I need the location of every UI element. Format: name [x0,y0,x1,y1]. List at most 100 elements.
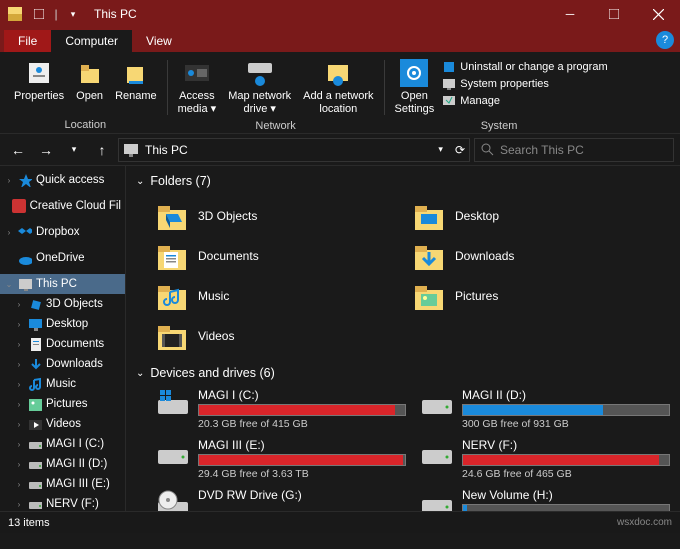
add-location-button[interactable]: Add a network location [299,56,377,118]
window-title: This PC [94,7,137,21]
folder-music[interactable]: Music [156,276,413,316]
tree-item-videos[interactable]: ›Videos [0,414,125,434]
folder-pictures[interactable]: Pictures [413,276,670,316]
tree-label: MAGI I (C:) [46,438,104,450]
drive-free-text: 300 GB free of 931 GB [462,418,670,430]
tree-label: MAGI III (E:) [46,478,110,490]
drives-header[interactable]: ⌄Devices and drives (6) [136,362,670,388]
tree-item-music[interactable]: ›Music [0,374,125,394]
chevron-icon[interactable]: ⌄ [4,280,14,289]
search-input[interactable]: Search This PC [474,138,674,162]
chevron-icon[interactable]: › [14,500,24,509]
content-pane[interactable]: ⌄Folders (7) 3D ObjectsDesktopDocumentsD… [126,166,680,511]
tree-item-magi-ii-d-[interactable]: ›MAGI II (D:) [0,454,125,474]
folder-label: Pictures [455,289,498,303]
tree-icon [28,297,42,311]
folder-desktop[interactable]: Desktop [413,196,670,236]
open-button[interactable]: Open [72,56,107,117]
minimize-button[interactable]: ─ [548,0,592,28]
folder-documents[interactable]: Documents [156,236,413,276]
chevron-icon[interactable]: › [14,420,24,429]
tree-item-pictures[interactable]: ›Pictures [0,394,125,414]
drive-free-text: 24.6 GB free of 465 GB [462,468,670,480]
map-drive-button[interactable]: Map network drive ▾ [224,56,295,118]
tab-file[interactable]: File [4,30,51,52]
drive-label: DVD RW Drive (G:) [198,488,406,502]
chevron-icon[interactable]: › [14,340,24,349]
drive-magi-i-c-[interactable]: MAGI I (C:)20.3 GB free of 415 GB [156,388,406,430]
tree-icon [28,417,42,431]
tree-item-onedrive[interactable]: OneDrive [0,248,125,268]
tree-label: Quick access [36,174,104,186]
search-icon [481,143,494,156]
back-button[interactable]: ← [6,138,30,162]
tree-item-downloads[interactable]: ›Downloads [0,354,125,374]
capacity-bar [198,404,406,416]
chevron-icon[interactable]: › [14,300,24,309]
drive-new-volume-h-[interactable]: New Volume (H:)4.57 GB free of 4.65 GB [420,488,670,511]
tree-item-magi-iii-e-[interactable]: › MAGI III (E:) [0,474,125,494]
tree-item-3d-objects[interactable]: ›3D Objects [0,294,125,314]
drive-dvd-rw-drive-g-[interactable]: DVDDVD RW Drive (G:) [156,488,406,511]
chevron-icon[interactable]: › [4,176,14,185]
tree-item-quick-access[interactable]: › Quick access [0,170,125,190]
tree-item-magi-i-c-[interactable]: › MAGI I (C:) [0,434,125,454]
qat-divider: | [52,3,60,25]
ribbon-tabs: File Computer View ? [0,28,680,52]
address-input[interactable]: This PC ▾ ⟳ [118,138,470,162]
chevron-icon[interactable]: › [14,460,24,469]
tree-item-documents[interactable]: › Documents [0,334,125,354]
tree-item-nerv-f-[interactable]: ›NERV (F:) [0,494,125,511]
app-icon[interactable] [4,3,26,25]
tab-computer[interactable]: Computer [51,30,132,52]
help-icon[interactable]: ? [656,31,674,49]
access-media-button[interactable]: Access media ▾ [174,56,221,118]
drive-label: NERV (F:) [462,438,670,452]
maximize-button[interactable] [592,0,636,28]
folder-icon [156,240,188,272]
tree-label: Creative Cloud Fil [30,200,121,212]
chevron-icon[interactable]: › [14,320,24,329]
drive-nerv-f-[interactable]: NERV (F:) 24.6 GB free of 465 GB [420,438,670,480]
folder-downloads[interactable]: Downloads [413,236,670,276]
tree-item-this-pc[interactable]: ⌄This PC [0,274,125,294]
tree-icon [18,173,32,187]
folder-3d-objects[interactable]: 3D Objects [156,196,413,236]
properties-button[interactable]: Properties [10,56,68,117]
manage-button[interactable]: Manage [442,94,607,108]
refresh-button[interactable]: ⟳ [455,143,465,157]
open-settings-button[interactable]: Open Settings [391,56,439,118]
system-properties-button[interactable]: System properties [442,77,607,91]
chevron-icon[interactable]: › [14,380,24,389]
tree-icon [28,497,42,511]
tree-label: Documents [46,338,104,350]
tree-item-dropbox[interactable]: ›Dropbox [0,222,125,242]
folder-videos[interactable]: Videos [156,316,413,356]
folders-header[interactable]: ⌄Folders (7) [136,170,670,196]
watermark: wsxdoc.com [617,517,672,528]
tree-label: OneDrive [36,252,85,264]
drive-magi-iii-e-[interactable]: MAGI III (E:)29.4 GB free of 3.63 TB [156,438,406,480]
addr-dropdown-icon[interactable]: ▾ [438,144,443,155]
close-button[interactable] [636,0,680,28]
uninstall-button[interactable]: Uninstall or change a program [442,60,607,74]
tree-item-creative-cloud-fil[interactable]: Creative Cloud Fil [0,196,125,216]
recent-button[interactable]: ▾ [62,138,86,162]
qat-item[interactable] [28,3,50,25]
chevron-icon[interactable]: › [14,360,24,369]
up-button[interactable]: ↑ [90,138,114,162]
tree-item-desktop[interactable]: ›Desktop [0,314,125,334]
folder-icon [413,280,445,312]
tree-icon [18,225,32,239]
chevron-icon[interactable]: › [14,400,24,409]
chevron-icon[interactable]: › [14,440,24,449]
capacity-bar [198,454,406,466]
chevron-icon[interactable]: › [14,480,24,489]
drive-magi-ii-d-[interactable]: MAGI II (D:)300 GB free of 931 GB [420,388,670,430]
qat-dropdown[interactable]: ▾ [62,3,84,25]
tab-view[interactable]: View [132,30,186,52]
rename-button[interactable]: Rename [111,56,161,117]
chevron-icon[interactable]: › [4,228,14,237]
forward-button[interactable]: → [34,138,58,162]
folder-label: 3D Objects [198,209,257,223]
